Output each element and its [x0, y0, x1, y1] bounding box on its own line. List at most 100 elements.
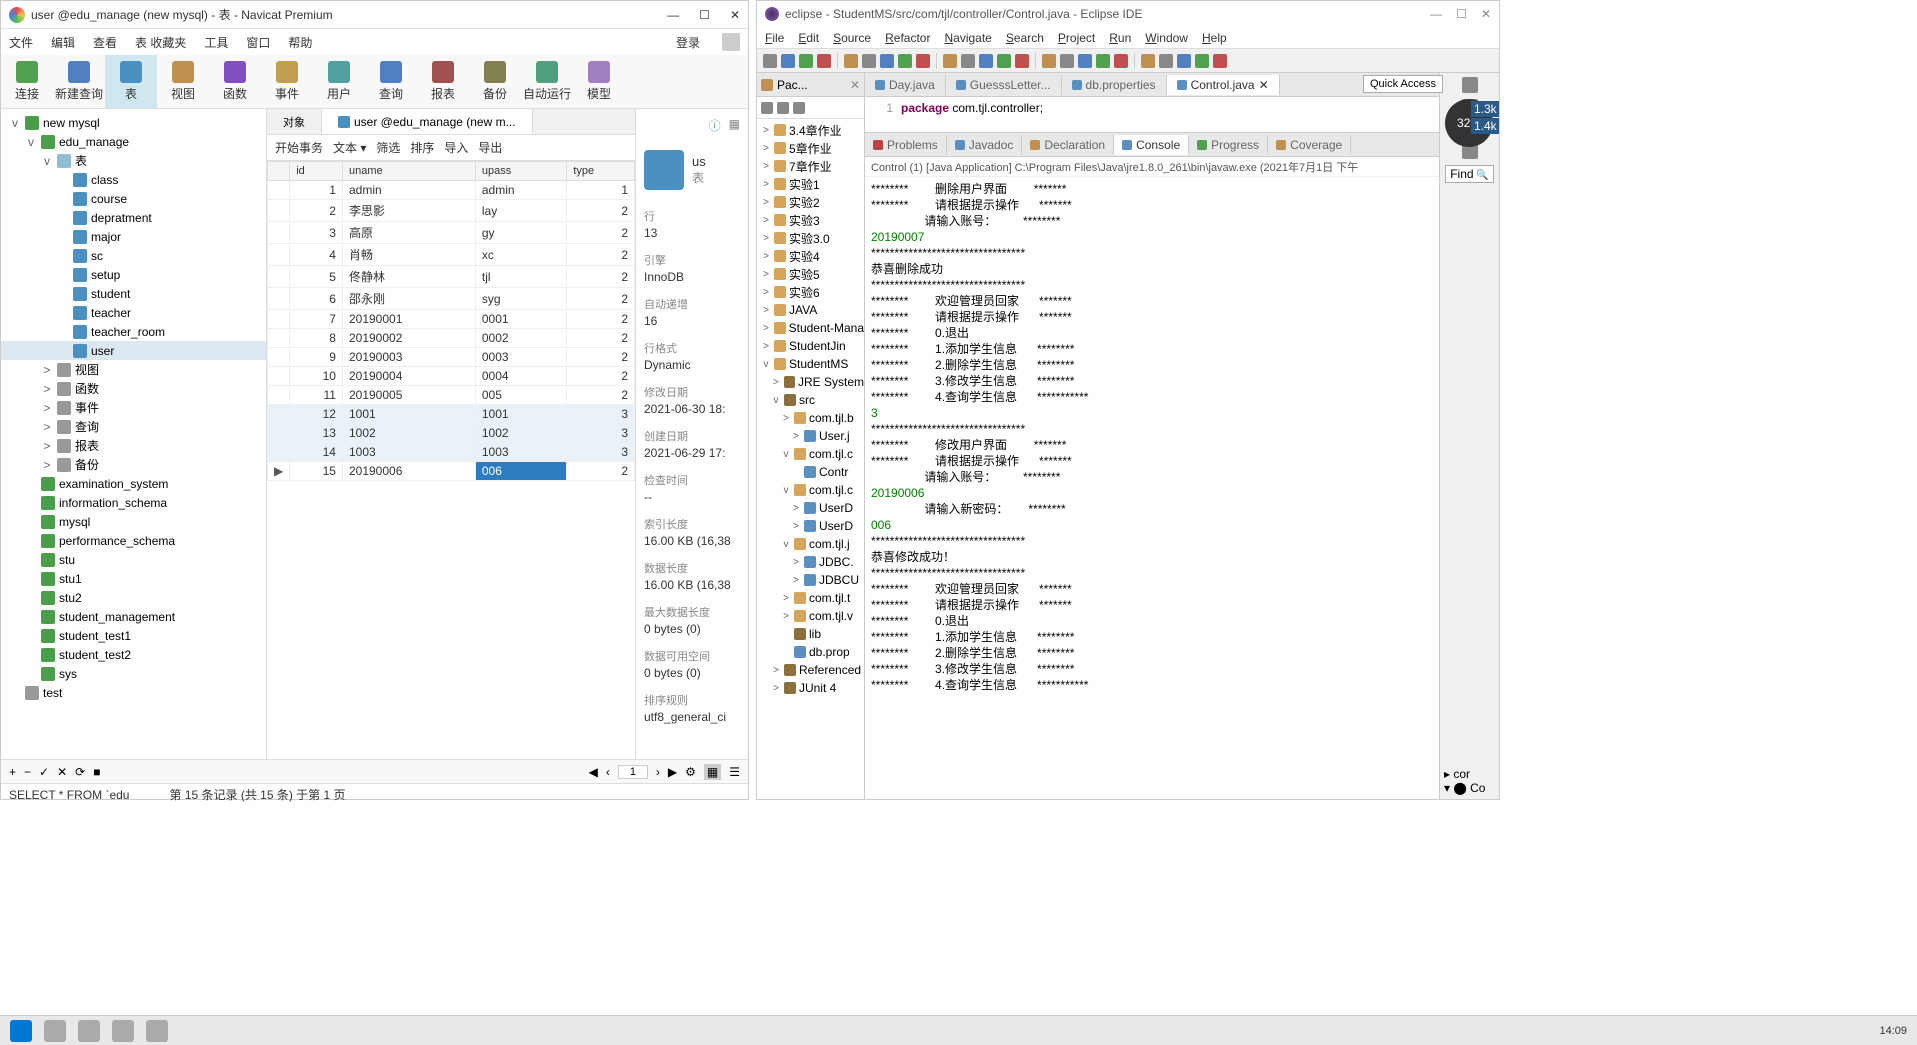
cell[interactable]: 006	[475, 462, 566, 481]
cell[interactable]: 0003	[475, 348, 566, 367]
toolbar-新建查询[interactable]: 新建查询	[53, 55, 105, 108]
expand-icon[interactable]: >	[791, 431, 801, 442]
cell[interactable]: 肖畅	[342, 244, 475, 266]
cell[interactable]: 1003	[342, 443, 475, 462]
expand-icon[interactable]: >	[791, 521, 801, 532]
table-row[interactable]: 92019000300032	[268, 348, 635, 367]
tree-item-depratment[interactable]: depratment	[1, 208, 266, 227]
expand-icon[interactable]: >	[771, 377, 781, 388]
cell[interactable]: 邵永刚	[342, 288, 475, 310]
subtb-文本 ▾[interactable]: 文本 ▾	[333, 139, 366, 156]
outline-item[interactable]: ▸ cor	[1444, 767, 1495, 781]
tree-item-sys[interactable]: sys	[1, 664, 266, 683]
expand-icon[interactable]: >	[761, 161, 771, 172]
expand-icon[interactable]: >	[761, 251, 771, 262]
cell[interactable]: 2	[567, 348, 635, 367]
tab-object[interactable]: 对象	[267, 109, 322, 134]
subtb-排序[interactable]: 排序	[410, 139, 434, 156]
expand-icon[interactable]: >	[761, 287, 771, 298]
toolbar-连接[interactable]: 连接	[1, 55, 53, 108]
taskbar-app-icon[interactable]	[44, 1020, 66, 1042]
windows-taskbar[interactable]: 14:09	[0, 1015, 1917, 1045]
toolbar-icon[interactable]	[898, 54, 912, 68]
console-output[interactable]: ******** 删除用户界面 *************** 请根据提示操作 …	[865, 177, 1439, 799]
view-tab-problems[interactable]: Problems	[865, 135, 947, 155]
menu-item[interactable]: 查看	[93, 34, 117, 51]
login-link[interactable]: 登录	[676, 34, 700, 51]
delete-row-button[interactable]: −	[24, 765, 31, 779]
tree-item-examination_system[interactable]: examination_system	[1, 474, 266, 493]
tree-item-performance_schema[interactable]: performance_schema	[1, 531, 266, 550]
collapse-all-icon[interactable]	[761, 102, 773, 114]
tree-item-user[interactable]: user	[1, 341, 266, 360]
toolbar-icon[interactable]	[979, 54, 993, 68]
tree-item-mysql[interactable]: mysql	[1, 512, 266, 531]
first-page-button[interactable]: ◀	[589, 765, 598, 779]
cell[interactable]: 1	[567, 181, 635, 200]
tree-item-表[interactable]: v表	[1, 151, 266, 170]
toolbar-icon[interactable]	[1195, 54, 1209, 68]
tree-item[interactable]: >JDBCU	[757, 571, 864, 589]
cell[interactable]: 2	[567, 222, 635, 244]
expand-icon[interactable]: >	[761, 215, 771, 226]
tree-item[interactable]: >实验5	[757, 265, 864, 283]
expand-icon[interactable]: >	[41, 401, 53, 415]
expand-icon[interactable]: >	[761, 179, 771, 190]
table-row[interactable]: 1adminadmin1	[268, 181, 635, 200]
tree-item-查询[interactable]: >查询	[1, 417, 266, 436]
toolbar-icon[interactable]	[997, 54, 1011, 68]
cell[interactable]: 1001	[342, 405, 475, 424]
expand-icon[interactable]: >	[781, 593, 791, 604]
cell[interactable]: 0002	[475, 329, 566, 348]
cell[interactable]: 1002	[475, 424, 566, 443]
cell[interactable]: 1	[290, 181, 343, 200]
cell[interactable]: 11	[290, 386, 343, 405]
editor-tab[interactable]: db.properties	[1062, 75, 1167, 95]
expand-icon[interactable]: >	[771, 665, 781, 676]
subtb-导出[interactable]: 导出	[478, 139, 502, 156]
cell[interactable]: 2	[567, 244, 635, 266]
cell[interactable]: 3	[567, 424, 635, 443]
cell[interactable]: 6	[290, 288, 343, 310]
table-row[interactable]: 102019000400042	[268, 367, 635, 386]
cell[interactable]: 20190002	[342, 329, 475, 348]
expand-icon[interactable]: v	[781, 485, 791, 496]
cell[interactable]: 1002	[342, 424, 475, 443]
menu-item[interactable]: 表 收藏夹	[135, 34, 186, 51]
table-row[interactable]: 4肖畅xc2	[268, 244, 635, 266]
toolbar-自动运行[interactable]: 自动运行	[521, 55, 573, 108]
column-header[interactable]: id	[290, 162, 343, 181]
cell[interactable]: lay	[475, 200, 566, 222]
tree-item-information_schema[interactable]: information_schema	[1, 493, 266, 512]
table-row[interactable]: ▶15201900060062	[268, 462, 635, 481]
toolbar-icon[interactable]	[817, 54, 831, 68]
tree-item[interactable]: >5章作业	[757, 139, 864, 157]
grid-icon[interactable]: ▦	[729, 117, 740, 134]
cell[interactable]: 李思影	[342, 200, 475, 222]
cell[interactable]: xc	[475, 244, 566, 266]
tree-item[interactable]: >实验3	[757, 211, 864, 229]
cell[interactable]: 高原	[342, 222, 475, 244]
page-input[interactable]	[618, 765, 648, 779]
tree-item-stu1[interactable]: stu1	[1, 569, 266, 588]
toolbar-报表[interactable]: 报表	[417, 55, 469, 108]
toolbar-视图[interactable]: 视图	[157, 55, 209, 108]
expand-icon[interactable]: >	[761, 269, 771, 280]
toolbar-icon[interactable]	[763, 54, 777, 68]
cell[interactable]: 4	[290, 244, 343, 266]
toolbar-icon[interactable]	[781, 54, 795, 68]
expand-icon[interactable]: >	[41, 382, 53, 396]
table-row[interactable]: 13100210023	[268, 424, 635, 443]
expand-icon[interactable]: >	[791, 557, 801, 568]
editor-tab[interactable]: GuesssLetter...	[946, 75, 1062, 95]
menu-item[interactable]: 编辑	[51, 34, 75, 51]
table-row[interactable]: 14100310033	[268, 443, 635, 462]
quick-access-box[interactable]: Quick Access	[1363, 75, 1443, 93]
tree-item-视图[interactable]: >视图	[1, 360, 266, 379]
toolbar-icon[interactable]	[1042, 54, 1056, 68]
toolbar-icon[interactable]	[1213, 54, 1227, 68]
tree-item-test[interactable]: test	[1, 683, 266, 702]
expand-icon[interactable]: >	[41, 458, 53, 472]
editor-tab[interactable]: Day.java	[865, 75, 946, 95]
tab-data[interactable]: user @edu_manage (new m...	[322, 109, 533, 134]
